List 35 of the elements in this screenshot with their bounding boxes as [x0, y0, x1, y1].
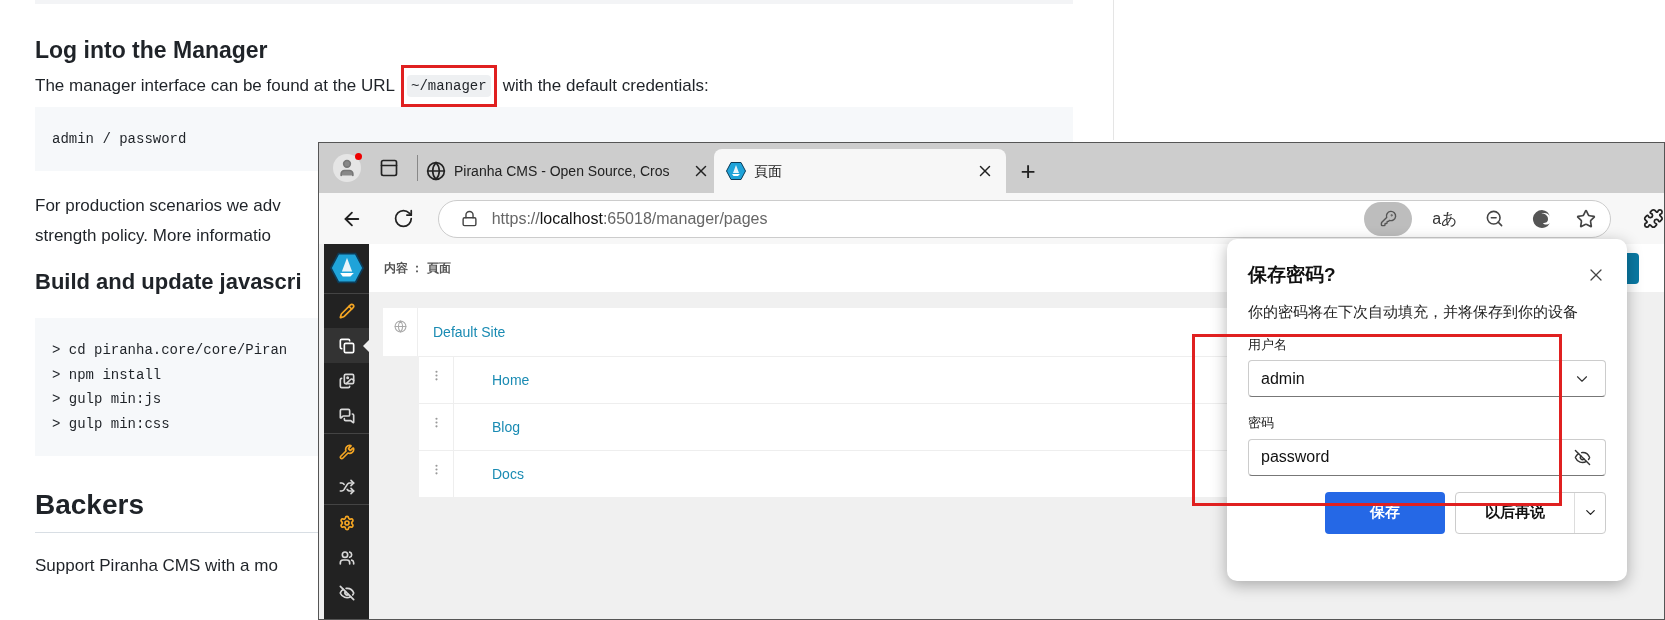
page-link[interactable]: Blog — [492, 416, 521, 438]
code-line: > npm install — [52, 365, 162, 385]
browser-tab[interactable]: 頁面 — [714, 149, 1006, 193]
section-heading: Backers — [35, 490, 144, 520]
field-label: 密码 — [1248, 414, 1274, 432]
inline-code: ~/manager — [407, 75, 491, 97]
dialog-title: 保存密码? — [1248, 263, 1336, 287]
browser-tab[interactable]: Piranha CMS - Open Source, Cros — [422, 149, 714, 193]
tab-title: 頁面 — [754, 161, 782, 181]
address-field[interactable]: https://localhost:65018/manager/pages aあ — [437, 199, 1612, 238]
page-link[interactable]: Docs — [492, 463, 524, 485]
paragraph-text: The manager interface can be found at the URL — [35, 75, 396, 97]
input-field[interactable]: password — [1248, 438, 1606, 476]
paragraph-text: with the default credentials: — [502, 75, 709, 97]
field-value: admin — [1261, 368, 1305, 389]
section-heading: Build and update javascri — [35, 270, 302, 294]
save-button[interactable]: 保存 — [1325, 491, 1445, 534]
site-link[interactable]: Default Site — [433, 321, 506, 343]
paragraph-text: Support Piranha CMS with a mo — [35, 555, 278, 577]
field-label: 用户名 — [1248, 335, 1287, 354]
tab-title: Piranha CMS - Open Source, Cros — [454, 161, 670, 181]
code-line: > gulp min:js — [52, 390, 162, 409]
page-link[interactable]: Home — [492, 369, 530, 391]
new-tab-button[interactable]: + — [1006, 149, 1050, 193]
code-line: > cd piranha.core/core/Piran — [52, 341, 288, 360]
url-text: https://localhost:65018/manager/pages — [491, 208, 768, 229]
paragraph-text: strength policy. More informatio — [35, 225, 271, 247]
code-line: admin / password — [52, 130, 187, 149]
code-line: > gulp min:css — [52, 414, 170, 434]
input-field[interactable]: admin — [1248, 360, 1606, 397]
paragraph-text: For production scenarios we adv — [35, 195, 281, 217]
read-aloud-glyph[interactable]: aあ — [1426, 206, 1464, 231]
section-heading: Log into the Manager — [35, 38, 268, 62]
breadcrumb: 内容 ： 頁面 — [384, 260, 451, 277]
field-value: password — [1261, 447, 1330, 467]
